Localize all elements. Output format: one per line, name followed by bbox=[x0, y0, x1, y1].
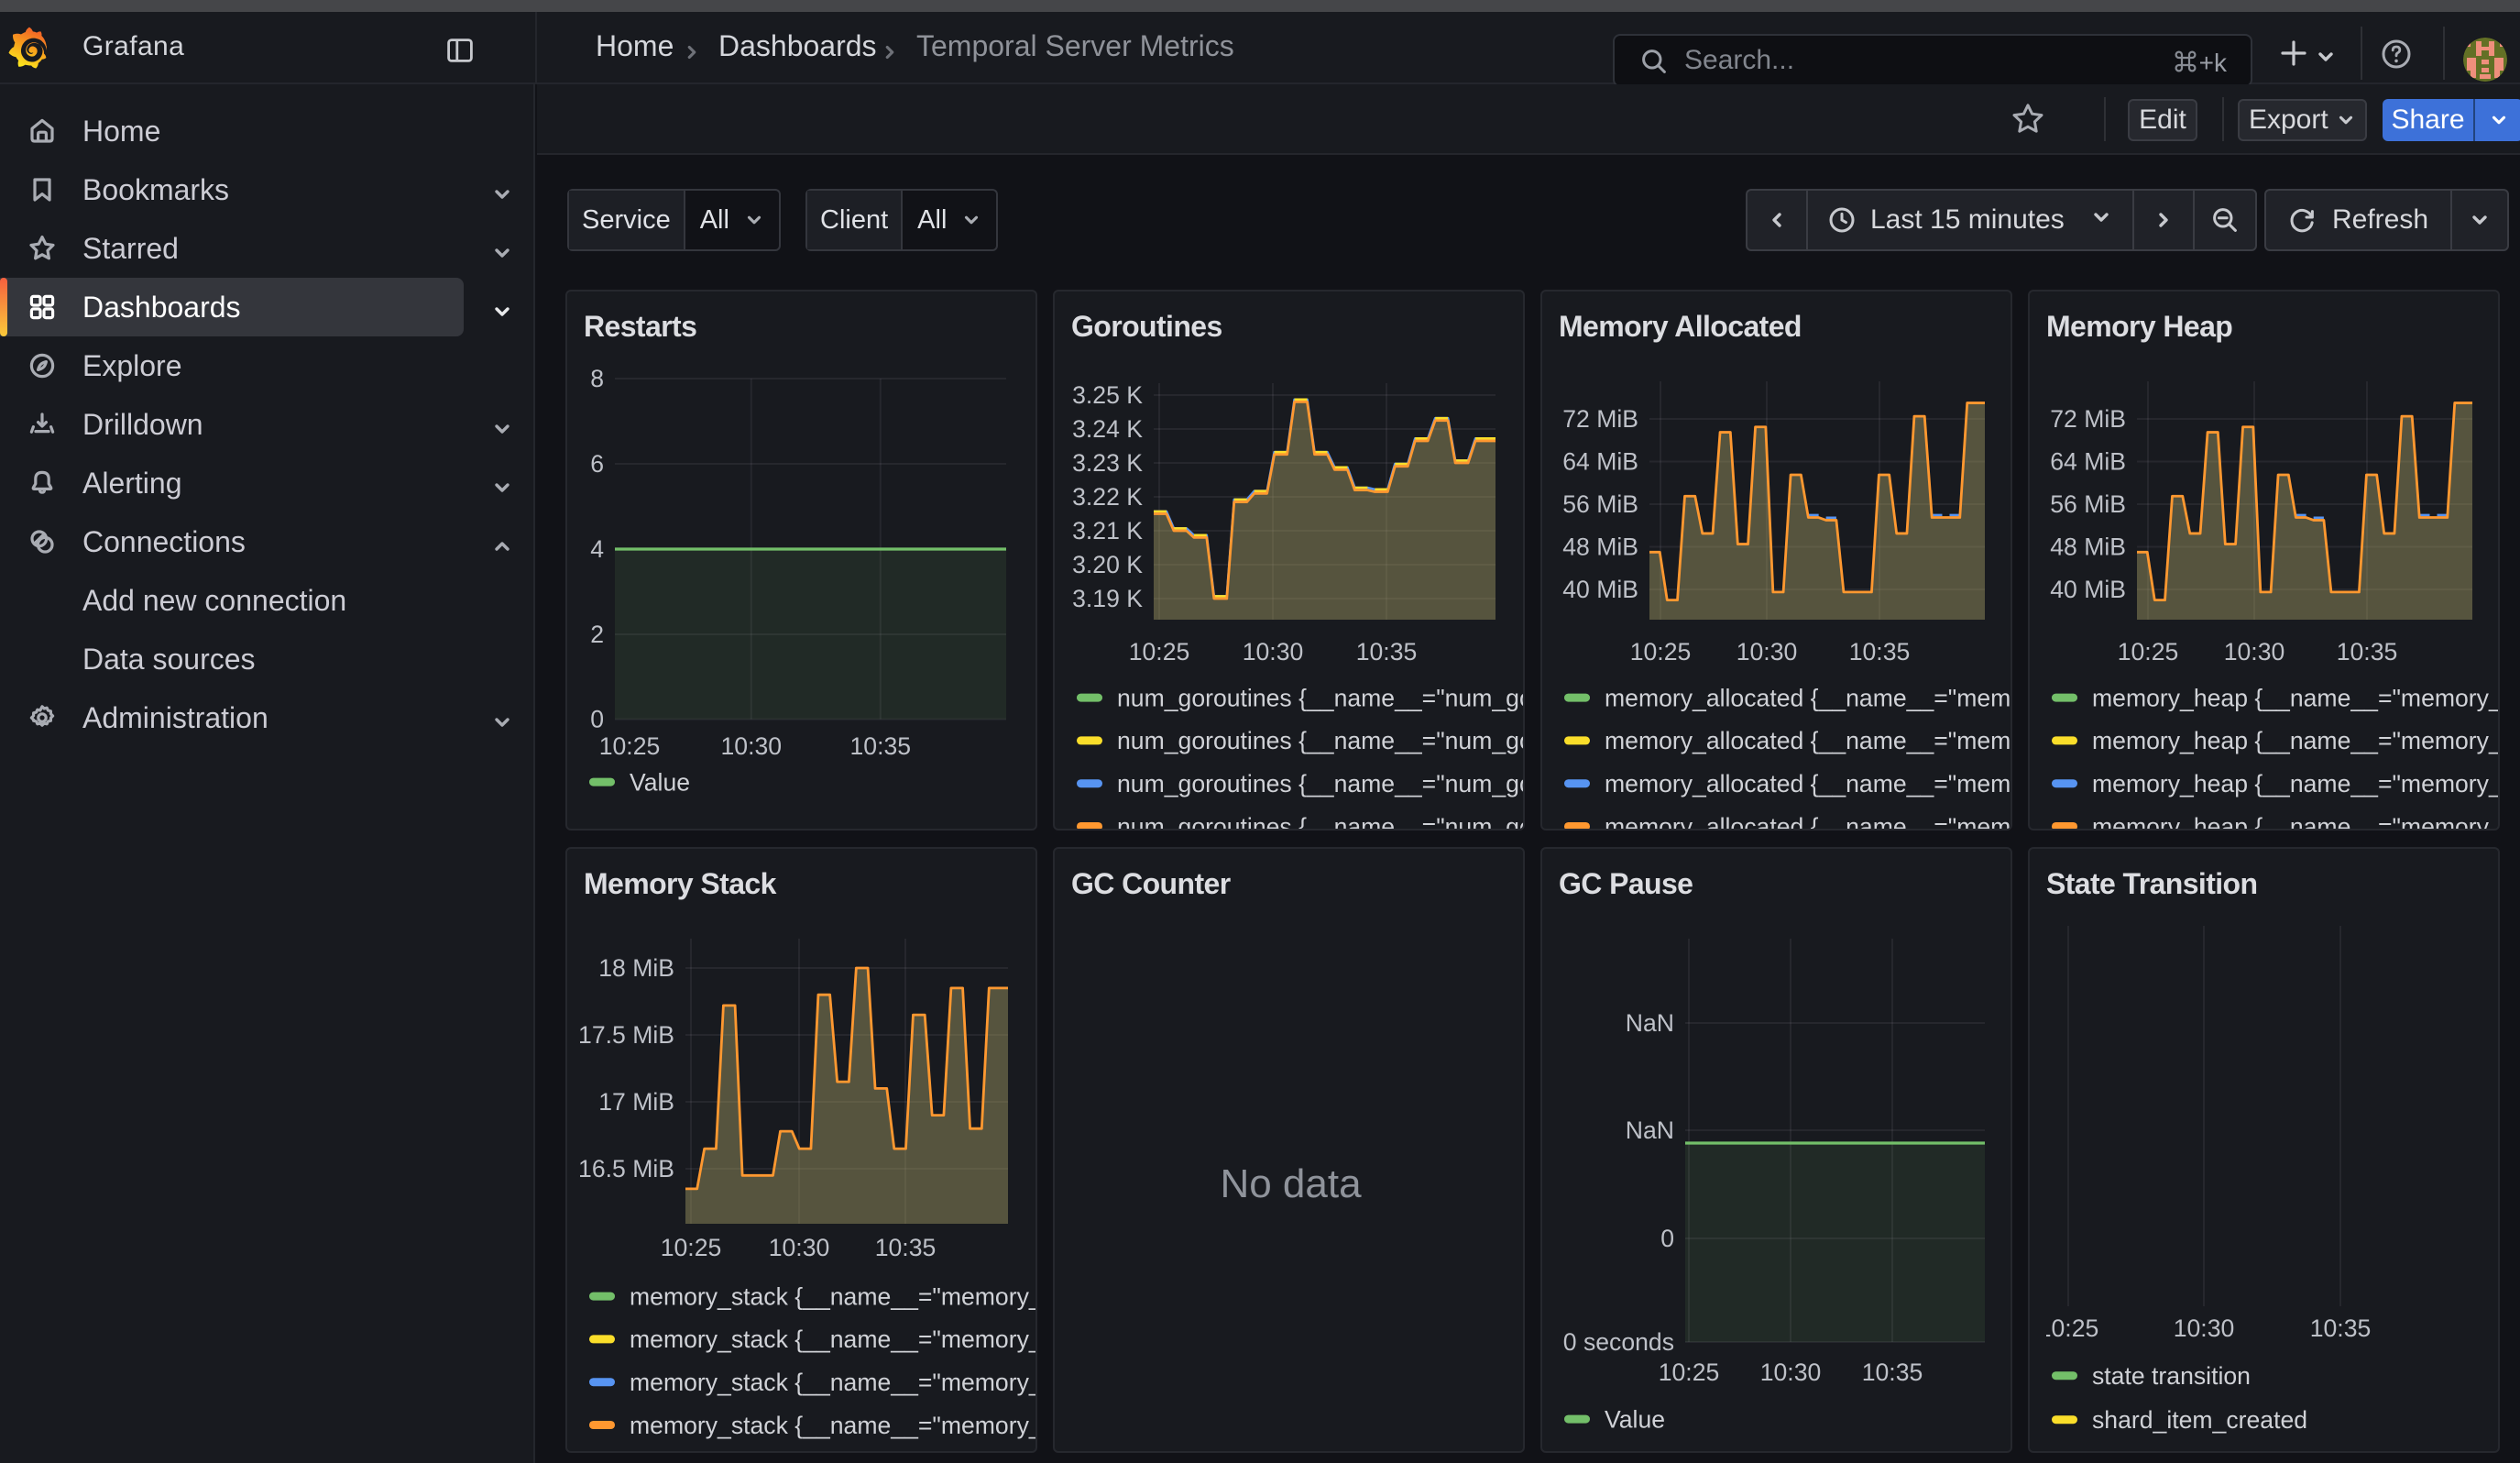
svg-text:10:25: 10:25 bbox=[661, 1234, 722, 1261]
svg-text:56 MiB: 56 MiB bbox=[1562, 490, 1638, 518]
svg-text:17.5 MiB: 17.5 MiB bbox=[578, 1021, 674, 1049]
svg-text:64 MiB: 64 MiB bbox=[2050, 448, 2126, 476]
svg-text:17 MiB: 17 MiB bbox=[598, 1088, 674, 1116]
svg-text:memory_stack {__name__="memory: memory_stack {__name__="memory_stac bbox=[630, 1326, 1037, 1353]
svg-text:10:35: 10:35 bbox=[1356, 638, 1418, 666]
svg-text:memory_allocated {__name__="me: memory_allocated {__name__="memory_al bbox=[1605, 684, 2012, 711]
svg-text:72 MiB: 72 MiB bbox=[2050, 405, 2126, 433]
svg-text:memory_allocated {__name__="me: memory_allocated {__name__="memory_al bbox=[1605, 770, 2012, 798]
svg-text:state transition: state transition bbox=[2092, 1362, 2251, 1390]
svg-text:0: 0 bbox=[590, 706, 604, 733]
svg-text:10:30: 10:30 bbox=[2174, 1314, 2235, 1342]
svg-text:16.5 MiB: 16.5 MiB bbox=[578, 1155, 674, 1182]
svg-text:3.21 K: 3.21 K bbox=[1072, 517, 1143, 544]
svg-text:40 MiB: 40 MiB bbox=[2050, 576, 2126, 603]
svg-text:NaN: NaN bbox=[1626, 1116, 1674, 1144]
svg-text:10:35: 10:35 bbox=[1862, 1358, 1923, 1386]
svg-text:Value: Value bbox=[630, 768, 690, 796]
svg-text:10:25: 10:25 bbox=[2038, 1314, 2099, 1342]
svg-text:num_goroutines {__name__="num_: num_goroutines {__name__="num_goroutin bbox=[1117, 770, 1525, 798]
svg-text:10:35: 10:35 bbox=[875, 1234, 937, 1261]
svg-text:10:30: 10:30 bbox=[1737, 638, 1798, 666]
svg-text:10:25: 10:25 bbox=[1659, 1358, 1720, 1386]
svg-text:10:25: 10:25 bbox=[599, 732, 661, 760]
svg-text:10:30: 10:30 bbox=[721, 732, 783, 760]
svg-text:10:30: 10:30 bbox=[1243, 638, 1304, 666]
svg-text:memory_heap {__name__="memory_: memory_heap {__name__="memory_heap_ bbox=[2092, 727, 2500, 754]
svg-text:shard_item_created: shard_item_created bbox=[2092, 1406, 2307, 1434]
svg-text:3.25 K: 3.25 K bbox=[1072, 381, 1143, 409]
svg-text:10:25: 10:25 bbox=[2118, 638, 2179, 666]
svg-text:3.19 K: 3.19 K bbox=[1072, 585, 1143, 612]
svg-text:10:30: 10:30 bbox=[769, 1234, 830, 1261]
svg-text:num_goroutines {__name__="num_: num_goroutines {__name__="num_goroutin bbox=[1117, 684, 1525, 711]
svg-text:18 MiB: 18 MiB bbox=[598, 954, 674, 982]
svg-text:No data: No data bbox=[1220, 1161, 1362, 1206]
svg-text:56 MiB: 56 MiB bbox=[2050, 490, 2126, 518]
svg-text:memory_heap {__name__="memory_: memory_heap {__name__="memory_heap_ bbox=[2092, 770, 2500, 798]
svg-text:3.22 K: 3.22 K bbox=[1072, 483, 1143, 511]
svg-text:64 MiB: 64 MiB bbox=[1562, 448, 1638, 476]
svg-text:10:35: 10:35 bbox=[2337, 638, 2398, 666]
svg-text:memory_stack {__name__="memory: memory_stack {__name__="memory_stac bbox=[630, 1412, 1037, 1439]
svg-text:num_goroutines {__name__="num_: num_goroutines {__name__="num_goroutin bbox=[1117, 813, 1525, 830]
svg-text:10:35: 10:35 bbox=[2310, 1314, 2372, 1342]
svg-text:8: 8 bbox=[590, 365, 604, 392]
svg-text:6: 6 bbox=[590, 450, 604, 478]
svg-text:3.24 K: 3.24 K bbox=[1072, 415, 1143, 443]
svg-text:10:30: 10:30 bbox=[1760, 1358, 1822, 1386]
svg-text:NaN: NaN bbox=[1626, 1009, 1674, 1037]
svg-text:10:35: 10:35 bbox=[1849, 638, 1911, 666]
svg-text:40 MiB: 40 MiB bbox=[1562, 576, 1638, 603]
svg-text:2: 2 bbox=[590, 621, 604, 648]
svg-text:Value: Value bbox=[1605, 1405, 1665, 1433]
svg-text:48 MiB: 48 MiB bbox=[1562, 534, 1638, 561]
svg-text:memory_stack {__name__="memory: memory_stack {__name__="memory_stac bbox=[630, 1282, 1037, 1310]
svg-text:memory_stack {__name__="memory: memory_stack {__name__="memory_stac bbox=[630, 1369, 1037, 1396]
svg-text:10:30: 10:30 bbox=[2224, 638, 2285, 666]
svg-text:10:25: 10:25 bbox=[1630, 638, 1692, 666]
svg-text:0: 0 bbox=[1660, 1225, 1674, 1252]
svg-text:10:35: 10:35 bbox=[850, 732, 912, 760]
svg-text:4: 4 bbox=[590, 535, 604, 563]
svg-text:memory_allocated {__name__="me: memory_allocated {__name__="memory_al bbox=[1605, 813, 2012, 830]
svg-text:num_goroutines {__name__="num_: num_goroutines {__name__="num_goroutin bbox=[1117, 727, 1525, 754]
svg-text:memory_allocated {__name__="me: memory_allocated {__name__="memory_al bbox=[1605, 727, 2012, 754]
svg-text:memory_heap {__name__="memory_: memory_heap {__name__="memory_heap_ bbox=[2092, 684, 2500, 711]
svg-text:3.23 K: 3.23 K bbox=[1072, 449, 1143, 477]
svg-text:72 MiB: 72 MiB bbox=[1562, 405, 1638, 433]
svg-text:10:25: 10:25 bbox=[1129, 638, 1190, 666]
svg-text:0 seconds: 0 seconds bbox=[1563, 1328, 1674, 1356]
svg-text:3.20 K: 3.20 K bbox=[1072, 551, 1143, 578]
svg-text:48 MiB: 48 MiB bbox=[2050, 534, 2126, 561]
svg-text:memory_heap {__name__="memory_: memory_heap {__name__="memory_heap_ bbox=[2092, 813, 2500, 830]
